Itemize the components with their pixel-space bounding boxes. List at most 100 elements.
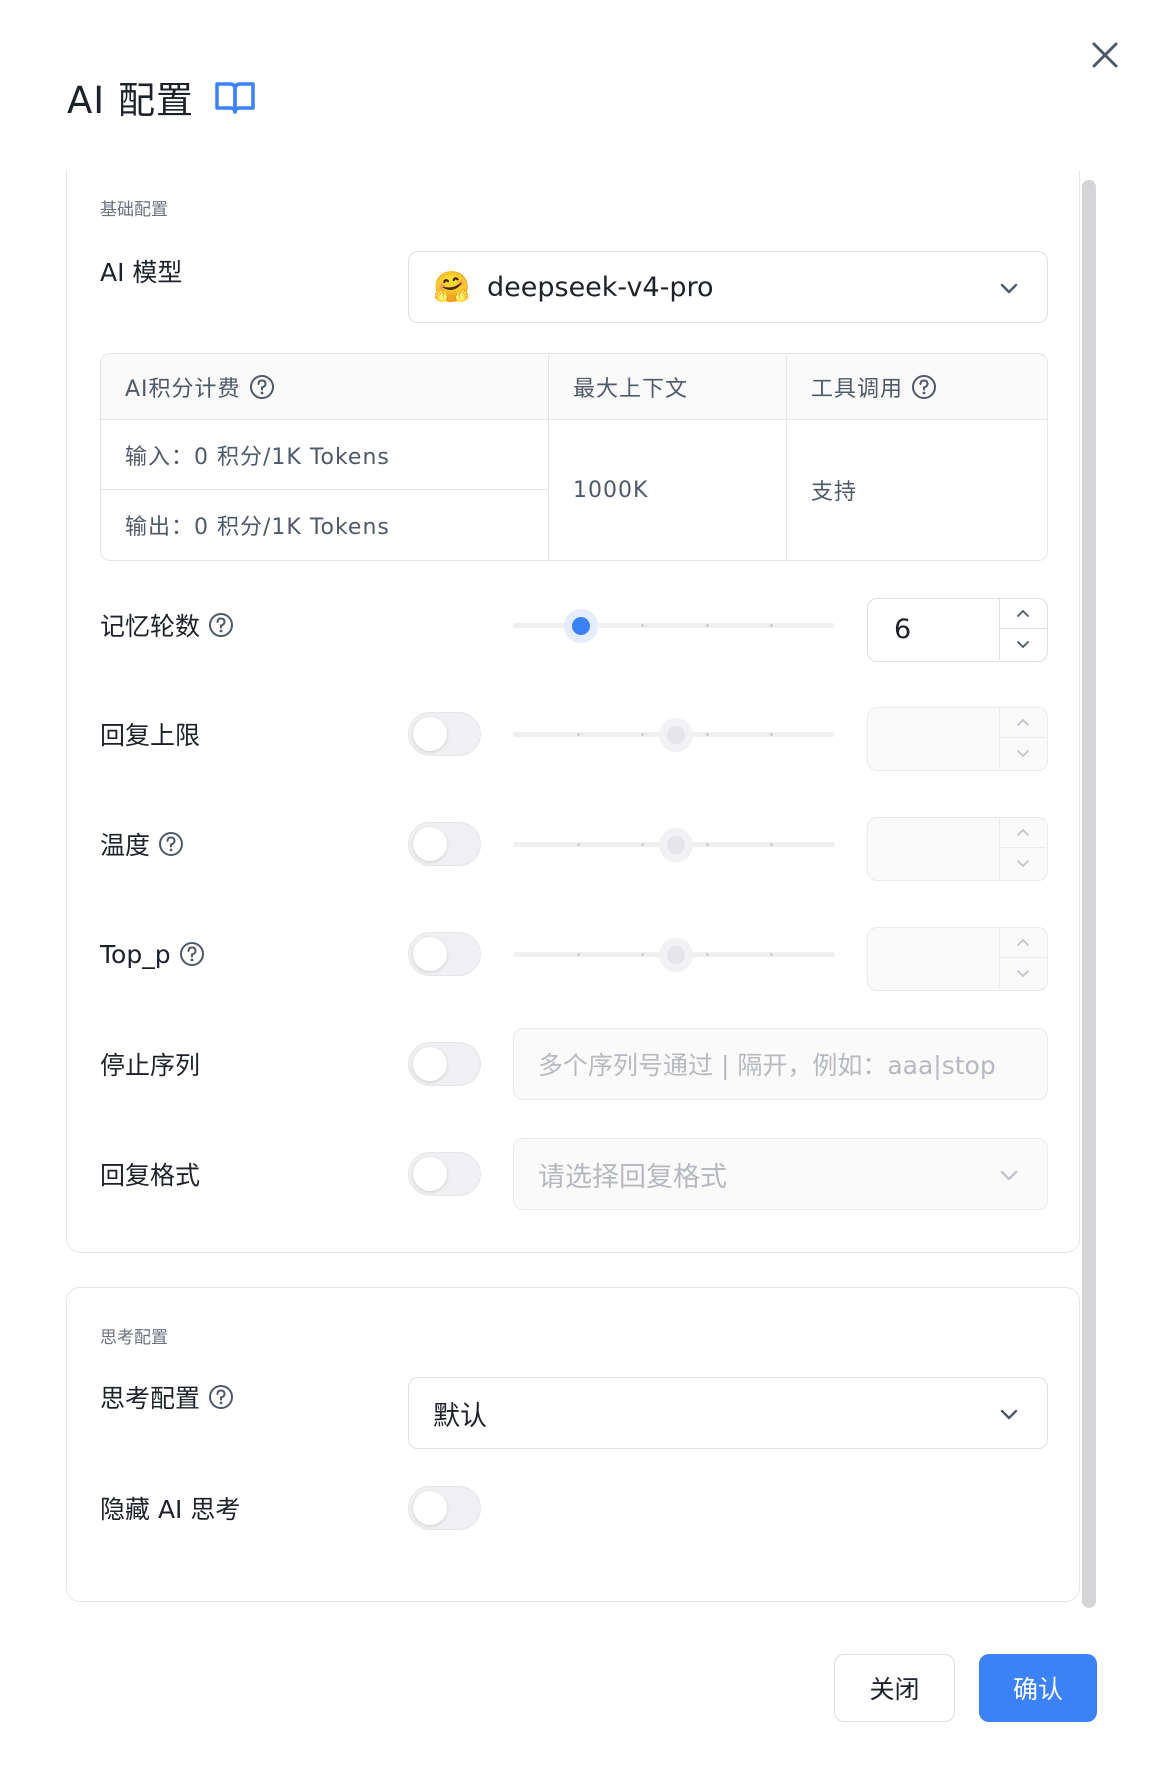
top-p-toggle[interactable] — [408, 932, 481, 976]
table-header-tools: 工具调用 — [787, 354, 1047, 420]
section-title-basic: 基础配置 — [100, 200, 168, 220]
decrement-button[interactable] — [1000, 958, 1046, 988]
memory-label: 记忆轮数 — [100, 605, 234, 645]
table-header-context: 最大上下文 — [549, 354, 787, 420]
slider-handle[interactable] — [667, 836, 685, 854]
hide-thinking-toggle[interactable] — [408, 1486, 481, 1530]
model-select[interactable]: 🤗 deepseek-v4-pro — [408, 251, 1048, 323]
increment-button[interactable] — [1000, 599, 1046, 629]
toggle-knob — [413, 1157, 447, 1191]
tools-value-cell: 支持 — [811, 480, 858, 505]
stepper-controls — [999, 928, 1047, 989]
confirm-button[interactable]: 确认 — [979, 1654, 1097, 1722]
stepper-controls — [999, 818, 1047, 879]
help-icon[interactable] — [179, 941, 205, 967]
slider-dot — [706, 624, 709, 627]
temperature-slider[interactable] — [513, 824, 835, 864]
decrement-button[interactable] — [1000, 629, 1046, 659]
close-icon[interactable] — [1088, 38, 1122, 72]
input-cost-cell: 输入：0 积分/1K Tokens — [101, 420, 549, 490]
slider-handle[interactable] — [667, 726, 685, 744]
chevron-up-icon — [1017, 718, 1029, 726]
stop-sequence-label: 停止序列 — [100, 1051, 201, 1080]
temperature-stepper[interactable] — [867, 817, 1048, 881]
slider-dot — [641, 733, 644, 736]
help-icon[interactable] — [208, 1384, 234, 1410]
chevron-down-icon — [1017, 750, 1029, 758]
slider-dot — [577, 953, 580, 956]
thinking-config-label: 思考配置 — [100, 1377, 234, 1417]
reply-format-placeholder: 请选择回复格式 — [538, 1161, 727, 1193]
close-button[interactable]: 关闭 — [834, 1654, 955, 1722]
slider-dot — [641, 624, 644, 627]
reply-format-toggle[interactable] — [408, 1152, 481, 1196]
slider-handle[interactable] — [667, 946, 685, 964]
stop-sequence-toggle[interactable] — [408, 1042, 481, 1086]
reply-limit-slider[interactable] — [513, 714, 835, 754]
basic-config-card: 基础配置 AI 模型 🤗 deepseek-v4-pro AI积分计费 最大上下… — [66, 170, 1080, 1253]
top-p-label: Top_p — [100, 934, 205, 974]
table-header-credit: AI积分计费 — [101, 354, 549, 420]
slider-dot — [706, 953, 709, 956]
increment-button[interactable] — [1000, 708, 1046, 738]
slider-dot — [770, 843, 773, 846]
slider-dot — [770, 953, 773, 956]
thinking-config-card: 思考配置 思考配置 默认 隐藏 AI 思考 — [66, 1287, 1080, 1602]
thinking-config-select[interactable]: 默认 — [408, 1377, 1048, 1449]
chevron-up-icon — [1017, 609, 1029, 617]
model-avatar: 🤗 — [433, 269, 471, 305]
help-icon[interactable] — [911, 374, 937, 400]
toggle-knob — [413, 717, 447, 751]
scrollbar-thumb[interactable] — [1082, 180, 1096, 1608]
thinking-config-value: 默认 — [433, 1400, 487, 1432]
stepper-controls — [999, 708, 1047, 769]
toggle-knob — [413, 1491, 447, 1525]
reply-format-label: 回复格式 — [100, 1161, 201, 1190]
slider-dot — [706, 843, 709, 846]
section-title-thinking: 思考配置 — [100, 1328, 168, 1348]
increment-button[interactable] — [1000, 818, 1046, 848]
reply-limit-stepper[interactable] — [867, 707, 1048, 771]
chevron-down-icon — [1017, 641, 1029, 649]
dialog-body: 基础配置 AI 模型 🤗 deepseek-v4-pro AI积分计费 最大上下… — [66, 170, 1081, 1610]
slider-handle[interactable] — [572, 617, 590, 635]
model-label: AI 模型 — [100, 258, 183, 287]
chevron-down-icon — [1000, 1170, 1018, 1181]
slider-dot — [641, 953, 644, 956]
hide-thinking-label: 隐藏 AI 思考 — [100, 1495, 241, 1524]
chevron-down-icon — [1000, 283, 1018, 294]
reply-limit-toggle[interactable] — [408, 712, 481, 756]
toggle-knob — [413, 937, 447, 971]
stepper-controls — [999, 599, 1047, 660]
increment-button[interactable] — [1000, 928, 1046, 958]
dialog-title: AI 配置 — [67, 79, 194, 122]
slider-rail — [513, 623, 835, 628]
chevron-down-icon — [1017, 970, 1029, 978]
slider-dot — [577, 733, 580, 736]
decrement-button[interactable] — [1000, 848, 1046, 878]
toggle-knob — [413, 1047, 447, 1081]
reply-format-select[interactable]: 请选择回复格式 — [513, 1138, 1048, 1210]
help-icon[interactable] — [249, 374, 275, 400]
memory-stepper[interactable]: 6 — [867, 598, 1048, 662]
help-icon[interactable] — [208, 612, 234, 638]
top-p-stepper[interactable] — [867, 927, 1048, 991]
stop-sequence-input[interactable]: 多个序列号通过 | 隔开，例如：aaa|stop — [513, 1028, 1048, 1100]
help-icon[interactable] — [158, 831, 184, 857]
reply-limit-label: 回复上限 — [100, 721, 201, 750]
context-value-cell: 1000K — [549, 420, 787, 560]
slider-dot — [641, 843, 644, 846]
model-info-table: AI积分计费 最大上下文 工具调用 输入：0 积分/1K Tokens 输出：0… — [100, 353, 1048, 561]
chevron-down-icon — [1000, 1409, 1018, 1420]
book-open-icon[interactable] — [214, 79, 256, 115]
temperature-toggle[interactable] — [408, 822, 481, 866]
output-cost-cell: 输出：0 积分/1K Tokens — [101, 490, 549, 560]
stop-sequence-placeholder: 多个序列号通过 | 隔开，例如：aaa|stop — [538, 1051, 996, 1080]
model-select-value: deepseek-v4-pro — [487, 271, 714, 303]
chevron-up-icon — [1017, 938, 1029, 946]
top-p-slider[interactable] — [513, 934, 835, 974]
memory-value[interactable]: 6 — [894, 599, 911, 660]
decrement-button[interactable] — [1000, 738, 1046, 768]
memory-slider[interactable] — [513, 605, 835, 645]
slider-dot — [577, 843, 580, 846]
